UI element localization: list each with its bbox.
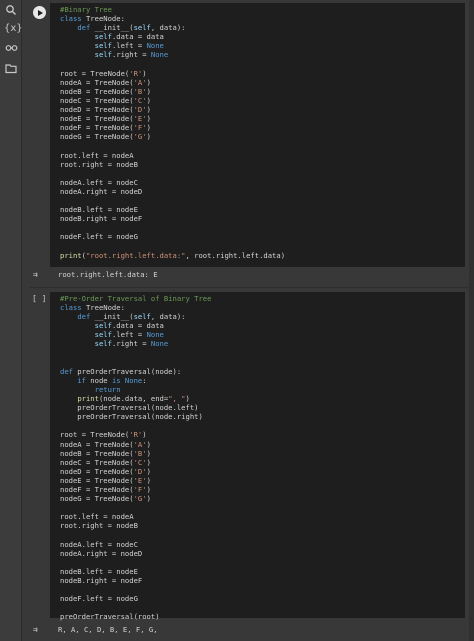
code-text[interactable]: #Pre-Order Traversal of Binary Tree clas… bbox=[50, 292, 465, 621]
output-text: root.right.left.data: E bbox=[58, 270, 158, 279]
files-folder-icon[interactable] bbox=[4, 63, 18, 77]
cell-output: ⇉ root.right.left.data: E bbox=[30, 270, 465, 279]
secrets-key-icon[interactable] bbox=[4, 42, 18, 56]
code-editor[interactable]: #Binary Tree class TreeNode: def __init_… bbox=[50, 3, 465, 267]
run-cell-button[interactable]: [ ] bbox=[32, 294, 46, 303]
cell-output: ⇉ R, A, C, D, B, E, F, G, bbox=[30, 625, 465, 634]
code-text[interactable]: #Binary Tree class TreeNode: def __init_… bbox=[50, 3, 465, 260]
variables-icon[interactable]: {x} bbox=[4, 22, 23, 36]
output-toggle-icon[interactable]: ⇉ bbox=[33, 270, 45, 279]
search-icon[interactable] bbox=[4, 4, 18, 18]
notebook-main: #Binary Tree class TreeNode: def __init_… bbox=[22, 0, 474, 641]
scrollbar[interactable] bbox=[469, 0, 474, 641]
code-cell-2: [ ] #Pre-Order Traversal of Binary Tree … bbox=[30, 292, 465, 641]
code-editor[interactable]: #Pre-Order Traversal of Binary Tree clas… bbox=[50, 292, 465, 621]
output-toggle-icon[interactable]: ⇉ bbox=[33, 625, 45, 634]
output-text: R, A, C, D, B, E, F, G, bbox=[58, 625, 158, 634]
cell-divider bbox=[30, 287, 469, 288]
run-cell-button[interactable] bbox=[33, 6, 46, 19]
code-cell-1: #Binary Tree class TreeNode: def __init_… bbox=[30, 0, 465, 290]
left-sidebar: {x} bbox=[0, 0, 23, 641]
